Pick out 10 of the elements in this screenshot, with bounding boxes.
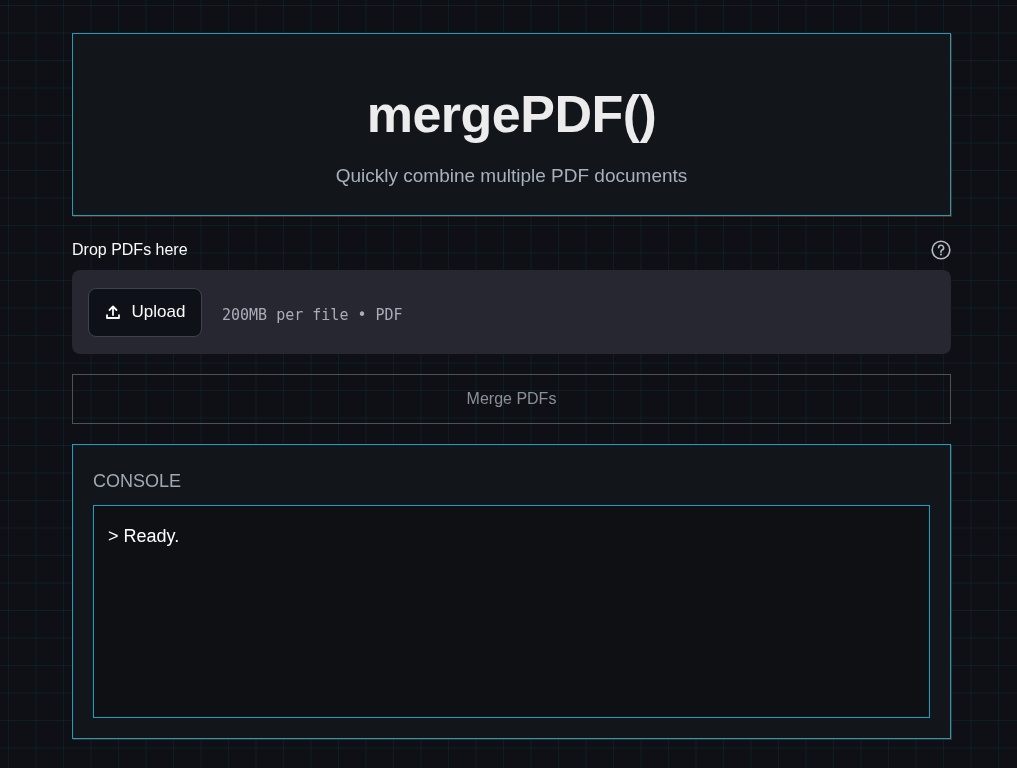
help-icon[interactable] xyxy=(931,240,951,260)
console-line: > Ready. xyxy=(108,525,181,548)
app-title: mergePDF() xyxy=(366,84,657,144)
file-dropzone[interactable]: Upload 200MB per file • PDF xyxy=(72,270,951,354)
app-subtitle: Quickly combine multiple PDF documents xyxy=(335,164,688,188)
file-limits-text: 200MB per file • PDF xyxy=(222,306,403,324)
upload-button[interactable]: Upload xyxy=(88,287,202,337)
console-title: CONSOLE xyxy=(93,470,183,493)
upload-icon xyxy=(104,304,121,320)
uploader-label: Drop PDFs here xyxy=(72,241,188,259)
